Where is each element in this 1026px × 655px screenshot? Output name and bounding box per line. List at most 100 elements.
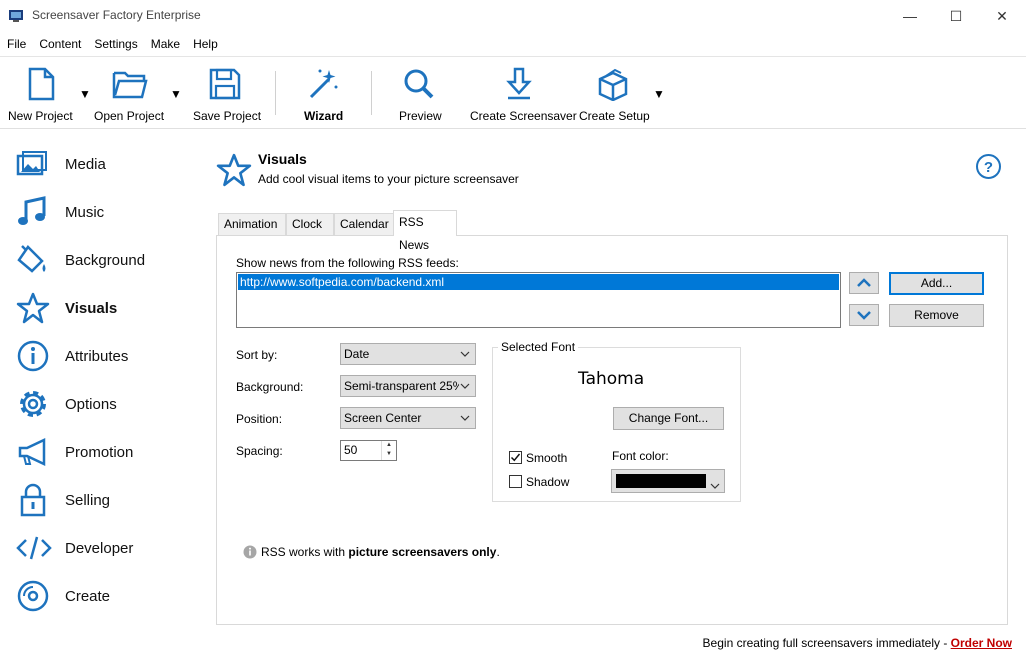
maximize-icon: ☐ — [949, 7, 963, 24]
magnifier-icon — [404, 69, 434, 99]
wizard-label: Wizard — [304, 109, 344, 123]
sidebar: Media Music Background Visuals Attribute… — [0, 130, 208, 630]
sidebar-item-options[interactable]: Options — [0, 380, 208, 428]
add-feed-button[interactable]: Add... — [889, 272, 984, 295]
list-item[interactable]: http://www.softpedia.com/backend.xml — [238, 274, 839, 290]
menu-settings[interactable]: Settings — [87, 34, 143, 54]
create-setup-button[interactable]: Create Setup — [577, 57, 650, 129]
spin-up-icon[interactable]: ▲ — [386, 442, 392, 448]
rss-note: RSS works with picture screensavers only… — [261, 545, 500, 559]
sidebar-item-create[interactable]: Create — [0, 572, 208, 620]
background-select[interactable]: Semi-transparent 25% — [340, 375, 476, 397]
close-button[interactable]: ✕ — [979, 0, 1025, 32]
change-font-button[interactable]: Change Font... — [613, 407, 724, 430]
sidebar-item-developer[interactable]: Developer — [0, 524, 208, 572]
sidebar-item-visuals[interactable]: Visuals — [0, 284, 208, 332]
image-icon — [16, 151, 47, 176]
create-setup-dropdown-icon[interactable]: ▼ — [653, 87, 665, 101]
rss-feeds-label: Show news from the following RSS feeds: — [236, 256, 459, 270]
open-project-button[interactable]: Open Project — [92, 57, 168, 129]
order-now-link[interactable]: Order Now — [951, 636, 1012, 650]
create-screensaver-button[interactable]: Create Screensaver — [468, 57, 577, 129]
font-color-select[interactable] — [611, 469, 725, 493]
selected-font-title: Selected Font — [498, 340, 579, 354]
window-title: Screensaver Factory Enterprise — [32, 8, 201, 22]
remove-feed-button[interactable]: Remove — [889, 304, 984, 327]
lock-icon — [20, 483, 46, 517]
menu-make[interactable]: Make — [144, 34, 186, 54]
sidebar-item-label: Developer — [65, 539, 134, 557]
menu-content[interactable]: Content — [32, 34, 87, 54]
rss-feed-list[interactable]: http://www.softpedia.com/backend.xml — [236, 272, 841, 328]
sidebar-item-attributes[interactable]: Attributes — [0, 332, 208, 380]
rss-note-suffix: . — [496, 545, 500, 559]
tab-animation[interactable]: Animation — [218, 213, 286, 235]
page-subtitle: Add cool visual items to your picture sc… — [258, 172, 519, 186]
new-project-button[interactable]: New Project — [6, 57, 76, 129]
sidebar-item-media[interactable]: Media — [0, 140, 208, 188]
sort-by-value: Date — [344, 347, 370, 361]
preview-button[interactable]: Preview — [396, 57, 442, 129]
chevron-down-icon — [710, 478, 720, 492]
tab-rss-news[interactable]: RSS News — [393, 210, 457, 252]
spin-buttons[interactable]: ▲ ▼ — [381, 441, 396, 460]
chevron-down-icon — [857, 311, 871, 320]
sort-by-select[interactable]: Date — [340, 343, 476, 365]
info-icon — [17, 340, 49, 372]
create-setup-label: Create Setup — [579, 109, 650, 123]
megaphone-icon — [18, 438, 46, 466]
footer: Begin creating full screensavers immedia… — [703, 636, 1012, 650]
sidebar-item-selling[interactable]: Selling — [0, 476, 208, 524]
color-swatch — [616, 474, 706, 488]
rss-note-bold: picture screensavers only — [348, 545, 497, 559]
sidebar-item-label: Background — [65, 251, 146, 269]
tab-calendar[interactable]: Calendar — [334, 213, 394, 235]
sidebar-item-background[interactable]: Background — [0, 236, 208, 284]
magic-wand-icon — [309, 69, 338, 99]
font-name-preview: Tahoma — [578, 369, 645, 389]
move-down-button[interactable] — [849, 304, 879, 326]
footer-text: Begin creating full screensavers immedia… — [702, 636, 951, 650]
disc-icon — [17, 580, 49, 612]
position-select[interactable]: Screen Center — [340, 407, 476, 429]
visuals-star-icon — [216, 153, 252, 187]
font-color-label: Font color: — [612, 449, 669, 463]
toolbar-separator — [275, 71, 276, 115]
menu-file[interactable]: File — [0, 34, 32, 54]
new-file-icon — [28, 67, 55, 101]
wizard-button[interactable]: Wizard — [300, 57, 346, 129]
sidebar-item-label: Selling — [65, 491, 111, 509]
sidebar-item-label: Options — [65, 395, 117, 413]
shadow-label: Shadow — [526, 475, 570, 489]
open-project-label: Open Project — [94, 109, 165, 123]
smooth-checkbox[interactable] — [509, 451, 522, 464]
position-value: Screen Center — [344, 411, 422, 425]
sidebar-item-label: Visuals — [65, 299, 118, 317]
create-screensaver-label: Create Screensaver — [470, 109, 577, 123]
position-label: Position: — [236, 412, 283, 426]
open-project-dropdown-icon[interactable]: ▼ — [170, 87, 182, 101]
new-project-label: New Project — [8, 109, 73, 123]
help-icon[interactable]: ? — [975, 153, 1002, 180]
spacing-value: 50 — [344, 443, 358, 457]
sidebar-item-music[interactable]: Music — [0, 188, 208, 236]
sidebar-item-promotion[interactable]: Promotion — [0, 428, 208, 476]
save-project-button[interactable]: Save Project — [190, 57, 261, 129]
spacing-stepper[interactable]: 50 ▲ ▼ — [340, 440, 397, 461]
code-icon — [16, 536, 52, 560]
save-disk-icon — [209, 68, 241, 100]
shadow-checkbox[interactable] — [509, 475, 522, 488]
app-icon — [9, 10, 23, 22]
chevron-down-icon — [459, 376, 471, 396]
new-project-dropdown-icon[interactable]: ▼ — [79, 87, 91, 101]
move-up-button[interactable] — [849, 272, 879, 294]
maximize-button[interactable]: ☐ — [933, 0, 979, 32]
spin-down-icon[interactable]: ▼ — [386, 451, 392, 457]
title-bar: Screensaver Factory Enterprise — ☐ ✕ — [0, 0, 1026, 32]
smooth-label: Smooth — [526, 451, 568, 465]
minimize-button[interactable]: — — [887, 0, 933, 32]
preview-label: Preview — [399, 109, 442, 123]
svg-text:?: ? — [984, 159, 993, 176]
menu-help[interactable]: Help — [186, 34, 224, 54]
tab-clock[interactable]: Clock — [286, 213, 334, 235]
